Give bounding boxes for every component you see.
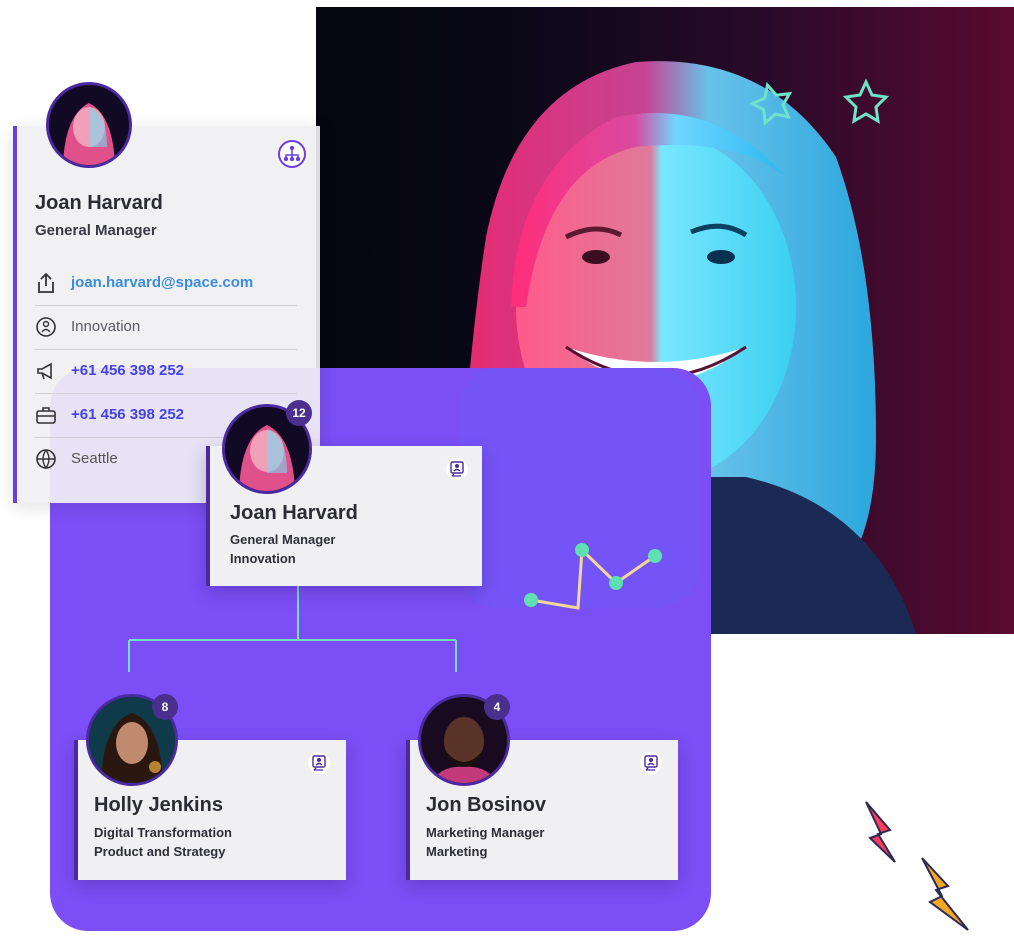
root-title: General Manager: [230, 532, 336, 547]
contact-card-icon: [312, 755, 326, 771]
holly-name: Holly Jenkins: [94, 794, 223, 816]
holly-department: Product and Strategy: [94, 844, 226, 859]
root-name: Joan Harvard: [230, 502, 358, 524]
contact-card-button[interactable]: [640, 752, 662, 774]
holly-report-count: 8: [152, 694, 178, 720]
contact-card-button[interactable]: [308, 752, 330, 774]
jon-title: Marketing Manager: [426, 825, 545, 840]
jon-report-count: 4: [484, 694, 510, 720]
contact-card-icon: [450, 461, 464, 477]
holly-title: Digital Transformation: [94, 825, 232, 840]
jon-name: Jon Bosinov: [426, 794, 547, 816]
root-department: Innovation: [230, 551, 296, 566]
jon-department: Marketing: [426, 844, 488, 859]
root-report-count: 12: [286, 400, 312, 426]
contact-card-button[interactable]: [446, 458, 468, 480]
contact-card-icon: [644, 755, 658, 771]
